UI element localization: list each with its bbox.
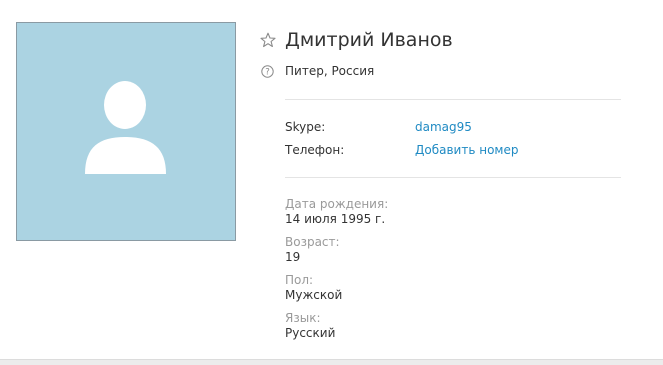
language-label: Язык: — [285, 311, 321, 325]
add-phone-link[interactable]: Добавить номер — [415, 143, 518, 157]
skype-label: Skype: — [285, 120, 326, 134]
age-value: 19 — [285, 250, 301, 264]
gender-value: Мужской — [285, 288, 343, 302]
skype-link[interactable]: damag95 — [415, 120, 472, 134]
bottom-bar — [0, 359, 663, 365]
birthday-value: 14 июля 1995 г. — [285, 212, 386, 226]
gender-label: Пол: — [285, 273, 314, 287]
age-label: Возраст: — [285, 235, 340, 249]
profile-page: Дмитрий Иванов ? Питер, Россия Skype: da… — [0, 0, 663, 365]
phone-label: Телефон: — [285, 143, 345, 157]
question-circle-icon: ? — [261, 65, 274, 78]
profile-location: Питер, Россия — [285, 64, 375, 78]
section-divider — [285, 177, 621, 178]
language-value: Русский — [285, 326, 336, 340]
profile-name: Дмитрий Иванов — [285, 29, 453, 51]
svg-text:?: ? — [265, 68, 270, 78]
default-user-silhouette-icon — [85, 81, 166, 174]
birthday-label: Дата рождения: — [285, 197, 389, 211]
star-outline-icon[interactable] — [260, 32, 276, 48]
avatar[interactable] — [16, 22, 236, 241]
section-divider — [285, 99, 621, 100]
